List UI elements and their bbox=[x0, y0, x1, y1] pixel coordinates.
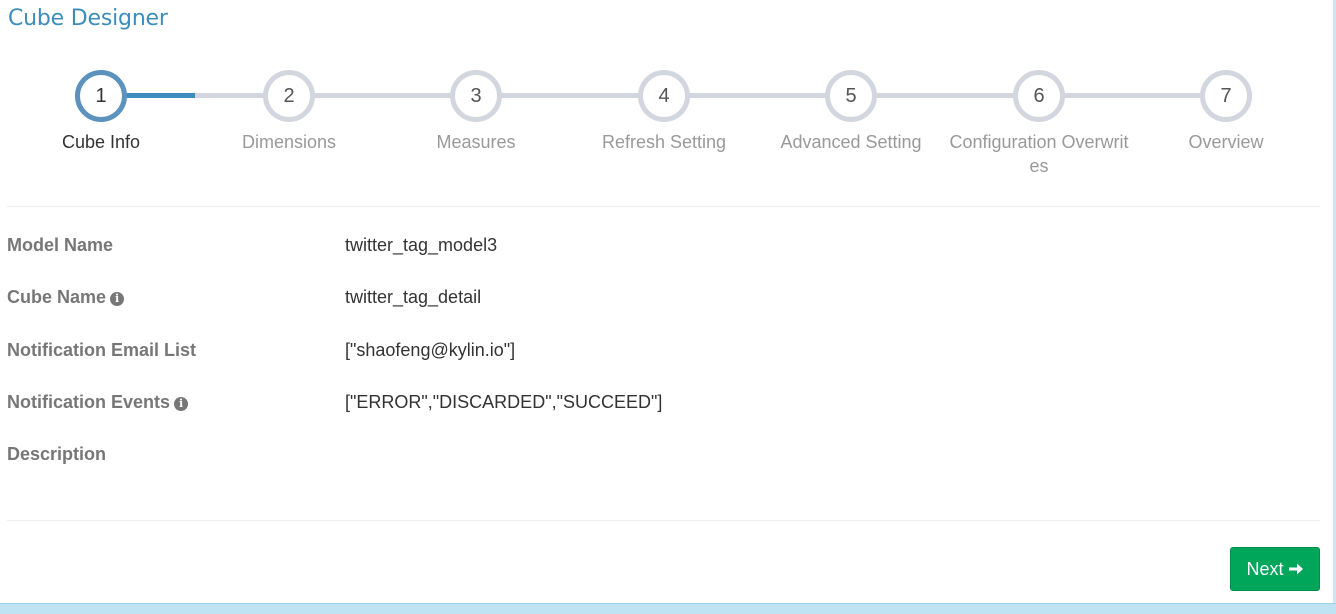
description-row: Description bbox=[7, 439, 1320, 469]
next-button-label: Next bbox=[1246, 559, 1284, 579]
step-number: 1 bbox=[75, 70, 127, 122]
wizard-step-configuration-overwrites[interactable]: 6 Configuration Overwrites bbox=[944, 70, 1134, 178]
wizard-step-overview[interactable]: 7 Overview bbox=[1131, 70, 1321, 154]
step-label: Configuration Overwrites bbox=[949, 132, 1129, 176]
notification-events-label-wrap: Notification Events i bbox=[7, 387, 189, 417]
arrow-right-icon bbox=[1288, 563, 1303, 575]
model-name-label: Model Name bbox=[7, 235, 114, 255]
notification-email-value: ["shaofeng@kylin.io"] bbox=[345, 340, 516, 360]
step-label: Advanced Setting bbox=[780, 132, 922, 152]
divider bbox=[7, 520, 1320, 521]
step-number: 7 bbox=[1200, 70, 1252, 122]
cube-name-value: twitter_tag_detail bbox=[345, 287, 482, 307]
cube-name-label-wrap: Cube Name i bbox=[7, 282, 125, 312]
notification-email-label: Notification Email List bbox=[7, 340, 197, 360]
wizard-step-measures[interactable]: 3 Measures bbox=[381, 70, 571, 154]
cube-name-label: Cube Name bbox=[7, 287, 107, 307]
model-name-value: twitter_tag_model3 bbox=[345, 235, 498, 255]
step-label: Cube Info bbox=[61, 132, 141, 152]
notification-events-row: Notification Events i ["ERROR","DISCARDED… bbox=[7, 387, 1320, 417]
step-label: Measures bbox=[436, 132, 516, 152]
step-number: 4 bbox=[638, 70, 690, 122]
step-number: 3 bbox=[450, 70, 502, 122]
next-button[interactable]: Next bbox=[1230, 547, 1320, 591]
wizard-step-dimensions[interactable]: 2 Dimensions bbox=[194, 70, 384, 154]
model-name-row: Model Name twitter_tag_model3 bbox=[7, 230, 1320, 260]
footer-bar bbox=[0, 603, 1336, 614]
step-label: Dimensions bbox=[241, 132, 337, 152]
page-title: Cube Designer bbox=[8, 6, 168, 31]
step-label: Overview bbox=[1188, 132, 1264, 152]
info-icon[interactable]: i bbox=[110, 292, 125, 306]
description-label: Description bbox=[7, 444, 107, 464]
wizard-step-refresh-setting[interactable]: 4 Refresh Setting bbox=[569, 70, 759, 154]
step-number: 5 bbox=[825, 70, 877, 122]
wizard-step-cube-info[interactable]: 1 Cube Info bbox=[6, 70, 196, 154]
info-icon[interactable]: i bbox=[174, 397, 189, 411]
wizard-steps: 1 Cube Info 2 Dimensions 3 Measures 4 Re… bbox=[0, 70, 1336, 190]
notification-email-row: Notification Email List ["shaofeng@kylin… bbox=[7, 335, 1320, 365]
divider bbox=[7, 206, 1320, 207]
wizard-step-advanced-setting[interactable]: 5 Advanced Setting bbox=[756, 70, 946, 154]
cube-name-row: Cube Name i twitter_tag_detail bbox=[7, 282, 1320, 312]
notification-events-label: Notification Events bbox=[7, 392, 171, 412]
step-label: Refresh Setting bbox=[601, 132, 727, 152]
step-number: 2 bbox=[263, 70, 315, 122]
notification-events-value: ["ERROR","DISCARDED","SUCCEED"] bbox=[345, 392, 663, 412]
step-number: 6 bbox=[1013, 70, 1065, 122]
